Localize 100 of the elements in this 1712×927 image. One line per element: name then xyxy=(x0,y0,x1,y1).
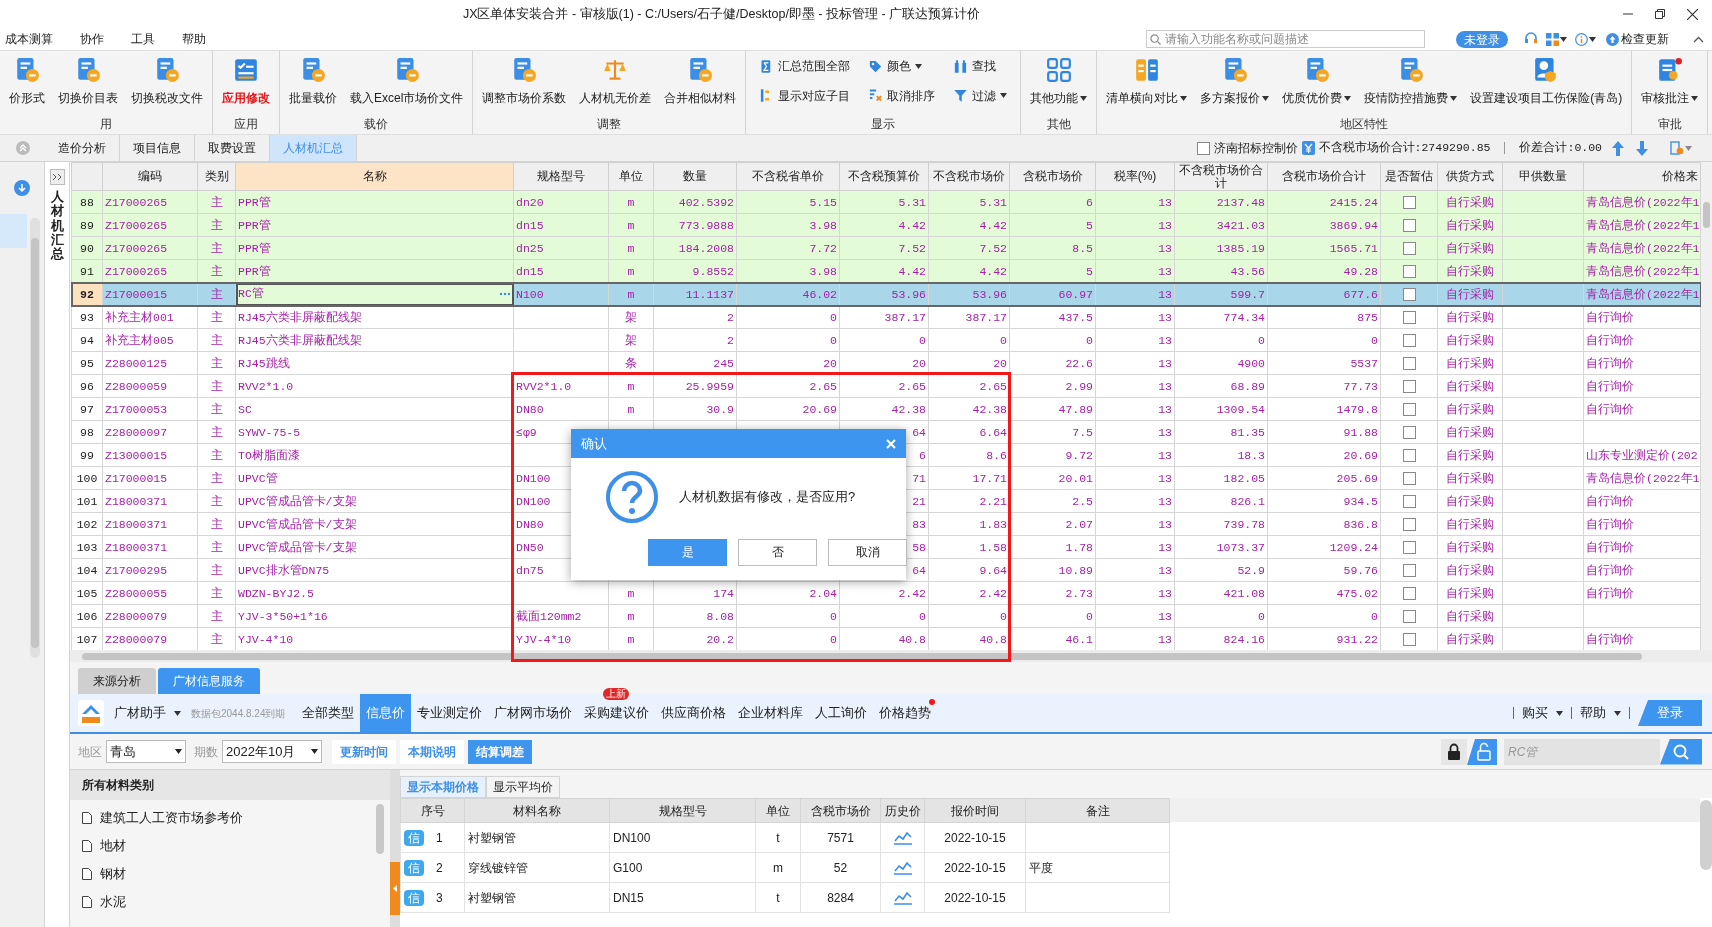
checkbox[interactable] xyxy=(1402,448,1416,462)
table-row[interactable]: 96 Z28000059 主 RVV2*1.0 RVV2*1.0 m 25.9959 2.65 2.65 2.65 2.99 13 68.89 77.73 自行采购 自行询价 xyxy=(71,374,1701,398)
column-header[interactable]: 含税市场价合计 xyxy=(1267,162,1381,191)
headset-icon[interactable] xyxy=(1524,32,1538,46)
menu-button[interactable]: 购买 xyxy=(1522,694,1563,732)
ribbon-button[interactable]: 其他功能 xyxy=(1025,56,1093,107)
table-row[interactable]: 106 Z28000079 主 YJV-3*50+1*16 截面120mm2 m 8.08 0 0 0 0 13 0 0 自行采购 xyxy=(71,604,1701,628)
info-icon[interactable] xyxy=(1575,32,1588,46)
tab[interactable]: 显示平均价 xyxy=(486,776,560,798)
table-row[interactable]: 89 Z17000265 主 PPR管 dn15 m 773.9888 3.98 4.42 4.42 5 13 3421.03 3869.94 自行采购 青岛信息价(2022年1 xyxy=(71,213,1701,237)
ribbon-button[interactable]: 载入Excel市场价文件 xyxy=(345,56,469,107)
menu-item[interactable]: 工具 xyxy=(131,30,155,48)
arrow-up-icon[interactable] xyxy=(1612,140,1624,156)
ribbon-button[interactable]: 合并相似材料 xyxy=(659,56,742,107)
ribbon-button[interactable]: 汇总范围全部 xyxy=(756,55,854,77)
column-header[interactable]: 是否暂估 xyxy=(1380,162,1438,191)
column-header[interactable]: 含税市场价 xyxy=(1009,162,1096,191)
more-icon[interactable] xyxy=(499,292,511,296)
checkbox[interactable] xyxy=(1402,609,1416,623)
column-header[interactable]: 单位 xyxy=(755,798,801,823)
column-header[interactable]: 报价时间 xyxy=(924,798,1026,823)
download-icon[interactable] xyxy=(14,180,30,196)
tab[interactable]: 广材网市场价 xyxy=(487,694,578,732)
column-header[interactable]: 数量 xyxy=(653,162,737,191)
search-button[interactable] xyxy=(1660,738,1702,765)
tab[interactable]: 全部类型 xyxy=(295,694,360,732)
column-header[interactable]: 名称 xyxy=(235,162,514,191)
tab[interactable]: 价格趋势 xyxy=(872,694,937,732)
column-header[interactable]: 不含税省单价 xyxy=(736,162,840,191)
category-item[interactable]: 建筑工人工资市场参考价 xyxy=(70,804,376,832)
menu-button[interactable]: 帮助 xyxy=(1580,694,1621,732)
column-header[interactable]: 供货方式 xyxy=(1437,162,1503,191)
ribbon-button[interactable]: 审核批注 xyxy=(1636,56,1704,107)
checkbox[interactable] xyxy=(1402,264,1416,278)
scrollbar[interactable] xyxy=(1700,800,1712,870)
checkbox[interactable] xyxy=(1402,287,1416,301)
ribbon-button[interactable]: 清单横向对比 xyxy=(1101,56,1193,107)
column-header[interactable]: 编码 xyxy=(102,162,198,191)
tab[interactable]: 造价分析 xyxy=(45,135,120,161)
tab[interactable]: 来源分析 xyxy=(78,668,156,694)
tab[interactable]: 供应商价格 xyxy=(654,694,732,732)
table-row[interactable]: 91 Z17000265 主 PPR管 dn15 m 9.8552 3.98 4.42 4.42 5 13 43.56 49.28 自行采购 青岛信息价(2022年1 xyxy=(71,259,1701,283)
tab[interactable]: 项目信息 xyxy=(120,135,195,161)
restore-icon[interactable] xyxy=(1655,9,1665,19)
checkbox[interactable] xyxy=(1402,632,1416,646)
checkbox[interactable] xyxy=(1402,379,1416,393)
apps-icon[interactable] xyxy=(1546,32,1559,46)
ribbon-button[interactable]: 切换价目表 xyxy=(53,56,123,107)
column-header[interactable]: 不含税市场价合计 xyxy=(1174,162,1268,191)
check-update-button[interactable]: 检查更新 xyxy=(1606,30,1669,48)
column-header[interactable]: 序号 xyxy=(400,798,465,823)
checkbox[interactable] xyxy=(1402,195,1416,209)
column-header[interactable]: 单位 xyxy=(608,162,654,191)
table-row[interactable]: 90 Z17000265 主 PPR管 dn25 m 184.2008 7.72 7.52 7.52 8.5 13 1385.19 1565.71 自行采购 青岛信息价(2022年1 xyxy=(71,236,1701,260)
checkbox[interactable] xyxy=(1402,517,1416,531)
scrollbar[interactable] xyxy=(70,650,1712,662)
column-header[interactable]: 甲供数量 xyxy=(1502,162,1584,191)
column-header[interactable]: 不含税预算价 xyxy=(839,162,929,191)
tab[interactable]: 专业测定价 xyxy=(410,694,488,732)
category-item[interactable]: 地材 xyxy=(70,832,376,860)
collapse-handle-icon[interactable] xyxy=(393,885,397,892)
ribbon-button[interactable]: 多方案报价 xyxy=(1195,56,1275,107)
column-header[interactable]: 不含税市场价 xyxy=(928,162,1010,191)
ribbon-button[interactable]: 显示对应子目 xyxy=(756,84,854,107)
ribbon-button[interactable]: 疫情防控措施费 xyxy=(1359,56,1463,107)
ribbon-button[interactable]: 颜色 xyxy=(865,55,939,77)
ribbon-button[interactable]: 查找 xyxy=(950,55,1011,77)
scrollbar[interactable] xyxy=(30,218,40,658)
menu-item[interactable]: 协作 xyxy=(80,30,104,48)
arrow-down-icon[interactable] xyxy=(1636,140,1648,156)
menu-item[interactable]: 成本测算 xyxy=(5,30,53,48)
lock-icon[interactable] xyxy=(1441,738,1467,765)
table-row[interactable]: 92 Z17000015 主 RC管 N100 m 11.1137 46.02 53.96 53.96 60.97 13 599.7 677.6 自行采购 青岛信息价(2022年1 xyxy=(71,282,1701,306)
table-row[interactable]: 97 Z17000053 主 SC DN80 m 30.9 20.69 42.38 42.38 47.89 13 1309.54 1479.8 自行采购 自行询价 xyxy=(71,397,1701,421)
column-header[interactable]: 类别 xyxy=(197,162,236,191)
ribbon-button[interactable]: 优质优价费 xyxy=(1277,56,1357,107)
table-row[interactable]: 105 Z28000055 主 WDZN-BYJ2.5 m 174 2.04 2.42 2.42 2.73 13 421.08 475.02 自行采购 自行询价 xyxy=(71,581,1701,605)
column-header[interactable]: 税率(%) xyxy=(1095,162,1175,191)
checkbox[interactable] xyxy=(1402,310,1416,324)
column-header[interactable]: 材料名称 xyxy=(464,798,610,823)
checkbox[interactable] xyxy=(1196,141,1210,155)
checkbox[interactable] xyxy=(1402,540,1416,554)
column-header[interactable]: 规格型号 xyxy=(609,798,756,823)
ribbon-button[interactable]: 过滤 xyxy=(950,84,1011,107)
checkbox[interactable] xyxy=(1402,356,1416,370)
expand-icon[interactable] xyxy=(49,169,65,185)
column-header[interactable]: 价格来 xyxy=(1583,162,1701,191)
ribbon-button[interactable]: 调整市场价系数 xyxy=(477,56,572,107)
ribbon-button[interactable]: 设置建设项目工伤保险(青岛) xyxy=(1465,56,1628,107)
dropdown[interactable]: 青岛 xyxy=(106,740,186,763)
scrollbar[interactable] xyxy=(376,804,384,854)
column-header[interactable]: 规格型号 xyxy=(513,162,609,191)
checkbox[interactable] xyxy=(1402,494,1416,508)
ribbon-button[interactable]: 人材机无价差 xyxy=(574,56,657,107)
dialog-button[interactable]: 否 xyxy=(738,538,817,566)
column-header[interactable]: 含税市场价 xyxy=(800,798,881,823)
checkbox[interactable] xyxy=(1402,218,1416,232)
ribbon-button[interactable]: 应用修改 xyxy=(217,56,275,107)
trend-icon[interactable] xyxy=(893,860,912,875)
dialog-button[interactable]: 取消 xyxy=(828,538,907,566)
